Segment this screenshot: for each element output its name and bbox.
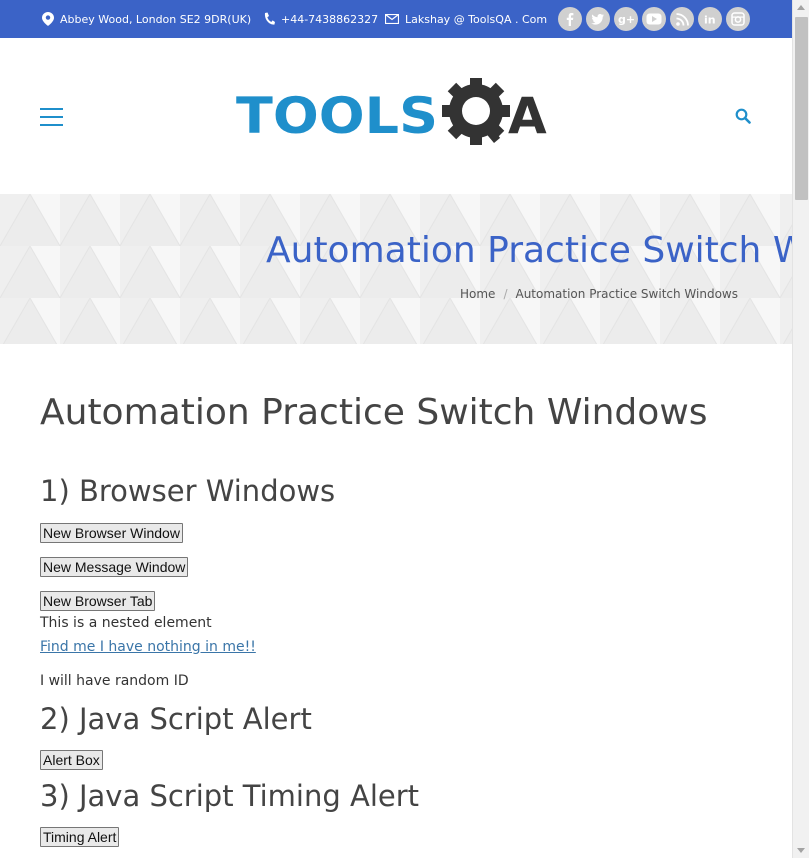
twitter-icon	[591, 14, 604, 25]
browser-viewport: Abbey Wood, London SE2 9DR(UK) +44-74388…	[0, 0, 809, 858]
nested-element-text: This is a nested element	[40, 615, 212, 631]
scrollbar-thumb[interactable]	[795, 17, 808, 200]
section-js-alert-title: 2) Java Script Alert	[40, 702, 312, 736]
search-button[interactable]	[735, 108, 751, 128]
page-title: Automation Practice Switch Windows	[40, 392, 708, 433]
rss-link[interactable]	[670, 7, 694, 31]
facebook-link[interactable]	[558, 7, 582, 31]
scroll-up-arrow-icon[interactable]	[797, 5, 805, 10]
new-browser-tab-button[interactable]: New Browser Tab	[40, 591, 156, 611]
phone-icon	[264, 12, 275, 25]
logo-a-text: A	[508, 87, 547, 145]
logo-tools-text: TOOLS	[236, 87, 438, 145]
alert-box-button[interactable]: Alert Box	[40, 750, 103, 770]
map-marker-icon	[42, 12, 54, 26]
address-info: Abbey Wood, London SE2 9DR(UK)	[42, 0, 251, 38]
section-js-timing-alert-title: 3) Java Script Timing Alert	[40, 779, 420, 813]
youtube-link[interactable]	[642, 7, 666, 31]
top-contact-bar: Abbey Wood, London SE2 9DR(UK) +44-74388…	[0, 0, 792, 38]
email-info: Lakshay @ ToolsQA . Com	[385, 0, 547, 38]
timing-alert-button[interactable]: Timing Alert	[40, 827, 120, 847]
facebook-icon	[566, 13, 574, 26]
breadcrumb-home-link[interactable]: Home	[460, 287, 495, 301]
rss-icon	[675, 12, 689, 26]
phone-info: +44-7438862327	[263, 0, 378, 38]
google-plus-link[interactable]: g+	[614, 7, 638, 31]
svg-text:g+: g+	[618, 13, 634, 26]
svg-text:in: in	[704, 14, 716, 27]
site-header: TOOLS A	[0, 38, 792, 194]
twitter-link[interactable]	[586, 7, 610, 31]
find-me-link[interactable]: Find me I have nothing in me!!	[40, 639, 256, 655]
search-icon	[735, 108, 751, 124]
phone-text: +44-7438862327	[281, 12, 379, 26]
breadcrumb: Home / Automation Practice Switch Window…	[460, 287, 738, 301]
scroll-down-arrow-icon[interactable]	[797, 848, 805, 853]
vertical-scrollbar[interactable]	[792, 0, 809, 858]
breadcrumb-separator: /	[503, 287, 508, 301]
page-banner: Automation Practice Switch Windows Home …	[0, 194, 792, 344]
section-browser-windows-title: 1) Browser Windows	[40, 474, 336, 508]
instagram-icon	[731, 12, 745, 26]
social-links: g+ in	[558, 7, 750, 31]
breadcrumb-current: Automation Practice Switch Windows	[515, 287, 738, 301]
linkedin-icon: in	[704, 14, 716, 27]
email-text: Lakshay @ ToolsQA . Com	[405, 12, 548, 26]
address-text: Abbey Wood, London SE2 9DR(UK)	[60, 12, 252, 26]
envelope-icon	[385, 14, 399, 24]
google-plus-icon: g+	[618, 13, 634, 26]
gear-icon	[442, 77, 510, 145]
new-message-window-button[interactable]: New Message Window	[40, 557, 189, 577]
banner-title: Automation Practice Switch Windows	[266, 230, 792, 271]
youtube-icon	[646, 13, 662, 25]
new-browser-window-button[interactable]: New Browser Window	[40, 523, 183, 543]
random-id-text: I will have random ID	[40, 673, 189, 689]
toolsqa-logo[interactable]: TOOLS A	[236, 77, 562, 158]
instagram-link[interactable]	[726, 7, 750, 31]
page: Abbey Wood, London SE2 9DR(UK) +44-74388…	[0, 0, 792, 858]
menu-toggle-icon[interactable]	[40, 108, 63, 126]
linkedin-link[interactable]: in	[698, 7, 722, 31]
